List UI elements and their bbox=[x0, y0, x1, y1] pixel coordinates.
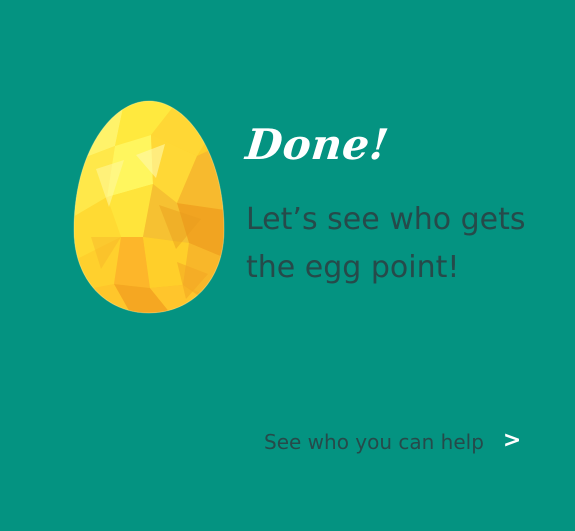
completion-title: Done! bbox=[243, 120, 392, 169]
help-link-label: See who you can help bbox=[264, 430, 484, 454]
completion-screen: Done! Let’s see who gets the egg point! … bbox=[0, 0, 575, 531]
completion-message-line-2: the egg point! bbox=[246, 250, 460, 285]
completion-message: Let’s see who gets the egg point! bbox=[246, 196, 556, 292]
completion-message-line-1: Let’s see who gets bbox=[246, 202, 526, 237]
chevron-right-icon: > bbox=[502, 428, 522, 453]
golden-egg-icon bbox=[73, 98, 225, 314]
see-who-you-can-help-link[interactable]: See who you can help > bbox=[264, 424, 540, 460]
